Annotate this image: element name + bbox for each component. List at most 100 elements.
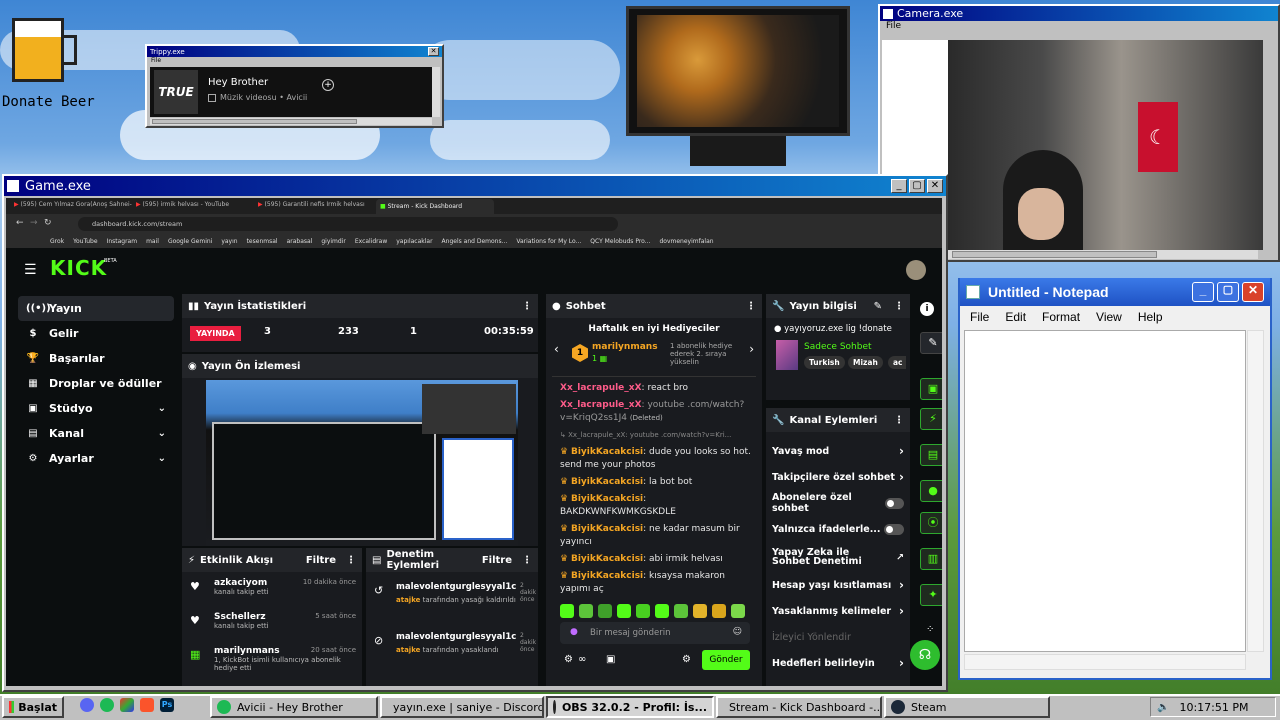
trippy-menu-file[interactable]: File	[147, 57, 442, 65]
discord-icon[interactable]	[80, 698, 94, 712]
sidebar-item-ayarlar[interactable]: ⚙ Ayarlar ⌄	[18, 446, 174, 471]
apps-icon[interactable]: ⁘	[926, 624, 934, 635]
toggle-switch[interactable]	[885, 497, 904, 509]
more-icon[interactable]: ⋮	[894, 301, 904, 312]
action-banned-words[interactable]: Yasaklanmış kelimeler ›	[766, 598, 910, 624]
more-icon[interactable]: ⋮	[346, 555, 356, 566]
store-icon[interactable]: ▣	[606, 654, 615, 665]
action-slow-mode[interactable]: Yavaş mod ›	[766, 438, 910, 464]
minimize-button[interactable]: _	[891, 179, 907, 193]
chat-username[interactable]: BiyikKacakcisi	[571, 477, 643, 487]
clip-icon[interactable]: ▣	[920, 378, 942, 400]
bookmark[interactable]: dovmeneyimfalan	[659, 238, 713, 245]
chat-username[interactable]: BiyikKacakcisi	[571, 554, 643, 564]
more-icon[interactable]: ⋮	[522, 301, 532, 312]
chevron-left-icon[interactable]: ‹	[554, 342, 559, 356]
layout-icon[interactable]: ▥	[920, 548, 942, 570]
preview-video[interactable]	[206, 380, 518, 546]
bookmark[interactable]: Google Gemini	[168, 238, 212, 245]
bookmark[interactable]: arabasal	[287, 238, 313, 245]
bookmark[interactable]: YouTube	[73, 238, 97, 245]
more-icon[interactable]: ⋮	[894, 415, 904, 426]
bookmark[interactable]: QCY Melobuds Pro...	[590, 238, 650, 245]
emote-icon[interactable]	[560, 604, 574, 618]
emote-icon[interactable]	[598, 604, 612, 618]
bookmark[interactable]: tesenmsal	[247, 238, 278, 245]
maximize-button[interactable]: ▢	[1217, 282, 1239, 302]
toggle-switch[interactable]	[884, 523, 904, 535]
menu-view[interactable]: View	[1096, 310, 1122, 324]
close-button[interactable]: ✕	[927, 179, 943, 193]
tag-chip[interactable]: ac	[888, 356, 906, 369]
edit-icon[interactable]: ✎	[874, 301, 882, 312]
chat-username[interactable]: Xx_lacrapule_xX	[560, 383, 642, 393]
moderator-name[interactable]: atajke	[396, 596, 420, 604]
browser-tab[interactable]: ▶ (595) irmik helvası - YouTube	[136, 201, 254, 213]
action-account-age[interactable]: Hesap yaşı kısıtlaması ›	[766, 572, 910, 598]
camera-menu-file[interactable]: File	[880, 21, 1278, 34]
sidebar-item-yayin[interactable]: ((•)) Yayın	[18, 296, 174, 321]
emote-icon[interactable]	[636, 604, 650, 618]
action-ai-moderation[interactable]: Yapay Zeka ile Sohbet Denetimi ↗	[766, 542, 910, 572]
bookmark[interactable]: yayın	[221, 238, 237, 245]
wrench-icon[interactable]: ✦	[920, 584, 942, 606]
start-button[interactable]: Başlat	[2, 696, 64, 718]
action-subscribers-only[interactable]: Abonelere özel sohbet	[766, 490, 910, 516]
camera-scrollbar-h[interactable]	[948, 250, 1258, 259]
add-icon[interactable]: +	[322, 79, 334, 91]
back-icon[interactable]: ←	[16, 218, 24, 228]
spotify-icon[interactable]	[100, 698, 114, 712]
chat-username[interactable]: BiyikKacakcisi	[571, 524, 643, 534]
kick-logo[interactable]: KICK	[50, 256, 107, 280]
bookmark[interactable]: Excalidraw	[355, 238, 387, 245]
sidebar-item-studyo[interactable]: ▣ Stüdyo ⌄	[18, 396, 174, 421]
sidebar-item-droplar[interactable]: ▦ Droplar ve ödüller	[18, 371, 174, 396]
brave-icon[interactable]	[140, 698, 154, 712]
tag-chip[interactable]: Turkish	[804, 356, 845, 369]
tag-chip[interactable]: Mizah	[848, 356, 883, 369]
emote-icon[interactable]	[617, 604, 631, 618]
clock[interactable]: 10:17:51 PM	[1179, 701, 1248, 714]
emote-icon[interactable]	[579, 604, 593, 618]
stream-category[interactable]: Sadece Sohbet	[804, 342, 872, 352]
sidebar-item-kanal[interactable]: ▤ Kanal ⌄	[18, 421, 174, 446]
taskbar-item-browser[interactable]: Stream - Kick Dashboard -...	[716, 696, 882, 718]
notepad-scrollbar-h[interactable]	[964, 654, 1246, 670]
browser-tab[interactable]: ▶ (595) Cem Yılmaz Gora(Anoş Sahnei-	[14, 201, 132, 213]
hamburger-menu-icon[interactable]: ☰	[24, 262, 37, 278]
infinity-icon[interactable]: ∞	[578, 654, 586, 665]
bookmark[interactable]: yapılacaklar	[396, 238, 432, 245]
emote-icon[interactable]	[655, 604, 669, 618]
menu-help[interactable]: Help	[1138, 310, 1163, 324]
broadcast-icon[interactable]: ⦿	[920, 512, 942, 534]
bookmark[interactable]: Grok	[50, 238, 64, 245]
user-avatar[interactable]	[906, 260, 926, 280]
sidebar-item-basarilar[interactable]: 🏆 Başarılar	[18, 346, 174, 371]
bookmark[interactable]: Variations for My Lo...	[516, 238, 581, 245]
chat-input[interactable]: ● Bir mesaj gönderin ☺	[560, 622, 750, 644]
mic-icon[interactable]: ●	[570, 627, 578, 637]
taskbar-item-steam[interactable]: Steam	[884, 696, 1050, 718]
info-icon[interactable]: i	[920, 302, 934, 316]
gear-icon[interactable]: ⚙	[682, 654, 691, 665]
chat-username[interactable]: BiyikKacakcisi	[571, 494, 643, 504]
emote-icon[interactable]	[674, 604, 688, 618]
scrollbar-vertical[interactable]	[432, 67, 440, 117]
edit-icon[interactable]: ✎	[920, 332, 942, 354]
doc-icon[interactable]: ▤	[920, 444, 942, 466]
notepad-scrollbar-v[interactable]	[1247, 330, 1264, 652]
chat-username[interactable]: BiyikKacakcisi	[571, 447, 643, 457]
emote-icon[interactable]	[731, 604, 745, 618]
browser-tab[interactable]: ▶ (595) Garantili nefis İrmik helvası	[258, 201, 376, 213]
filter-button[interactable]: Filtre	[482, 555, 512, 566]
filter-button[interactable]: Filtre	[306, 555, 336, 566]
chat-username[interactable]: Xx_lacrapule_xX	[560, 400, 642, 410]
chat-username[interactable]: BiyikKacakcisi	[571, 571, 643, 581]
send-button[interactable]: Gönder	[702, 650, 750, 670]
donate-beer-shortcut[interactable]: Donate Beer	[2, 14, 112, 114]
emote-icon[interactable]	[712, 604, 726, 618]
bookmark[interactable]: mail	[146, 238, 159, 245]
chevron-right-icon[interactable]: ›	[749, 342, 754, 356]
emoji-icon[interactable]: ☺	[733, 627, 742, 637]
chat-icon[interactable]: ●	[920, 480, 942, 502]
